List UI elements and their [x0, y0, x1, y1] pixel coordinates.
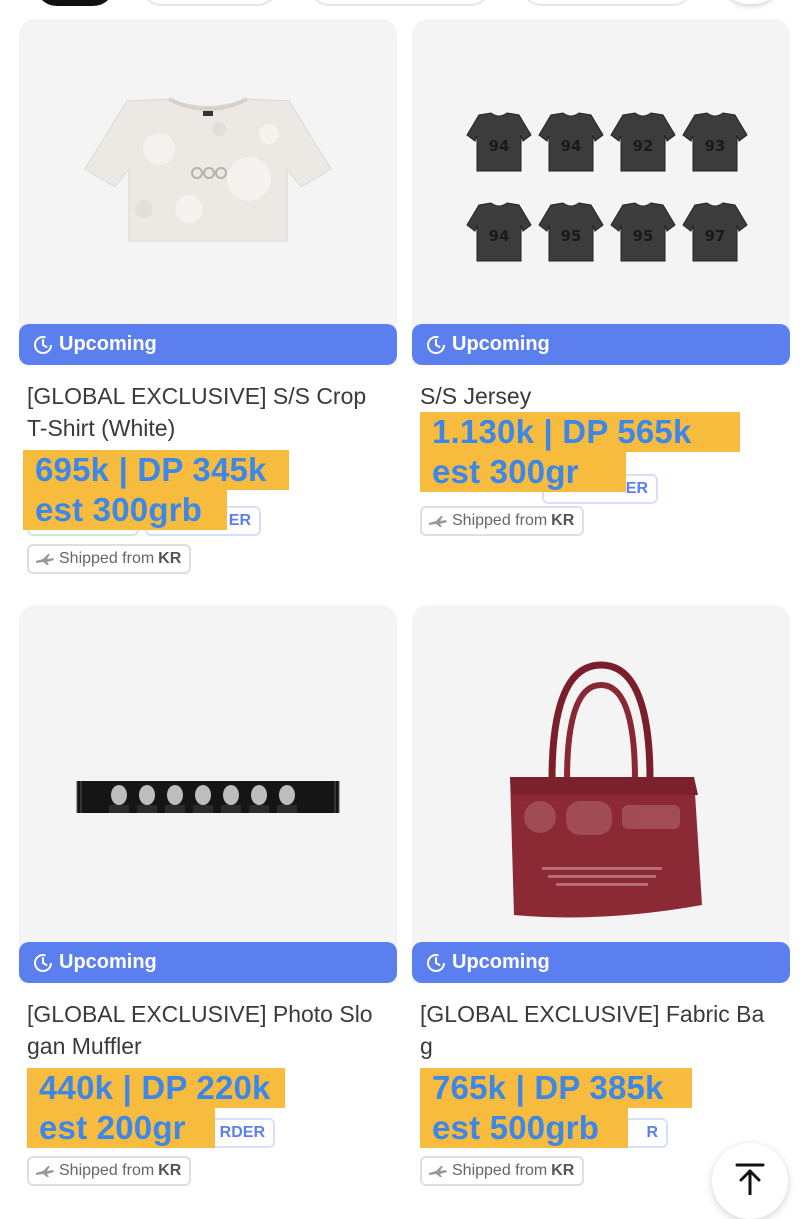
- jersey-item: 94: [538, 112, 604, 172]
- jersey-number: 94: [561, 137, 582, 155]
- status-badge: Upcoming: [19, 324, 397, 365]
- jersey-item: 95: [538, 202, 604, 262]
- product-card[interactable]: 94 94 92 93 94 95 95 97 Upcoming S/S Jersey ER …: [412, 19, 790, 536]
- jersey-set-image: 94 94 92 93 94 95 95 97: [466, 112, 748, 262]
- airplane-icon: [36, 1166, 54, 1177]
- filter-chip[interactable]: [520, 0, 694, 6]
- product-image[interactable]: Upcoming: [19, 19, 397, 365]
- status-badge: Upcoming: [412, 324, 790, 365]
- jersey-number: 94: [489, 227, 510, 245]
- product-card[interactable]: Upcoming [GLOBAL EXCLUSIVE] S/S Crop T-S…: [19, 19, 397, 580]
- jersey-item: 93: [682, 112, 748, 172]
- product-title[interactable]: [GLOBAL EXCLUSIVE] Photo Slo gan Muffler: [27, 998, 387, 1062]
- price-highlight: 695k | DP 345k: [23, 450, 289, 490]
- product-title[interactable]: [GLOBAL EXCLUSIVE] S/S Crop T-Shirt (Whi…: [27, 380, 387, 444]
- title-line: [GLOBAL EXCLUSIVE] Photo Slo: [27, 1001, 373, 1027]
- clock-icon: [34, 953, 52, 972]
- status-badge: Upcoming: [412, 942, 790, 983]
- product-title[interactable]: S/S Jersey: [420, 380, 780, 412]
- product-image[interactable]: Upcoming: [412, 605, 790, 983]
- estimate-highlight: est 500grb: [420, 1108, 628, 1148]
- shipping-info: Shipped from KR: [27, 544, 192, 574]
- estimate-highlight: est 300gr: [420, 452, 626, 492]
- price-highlight: 440k | DP 220k: [27, 1068, 285, 1108]
- airplane-icon: [429, 1166, 447, 1177]
- shipping-info: Shipped from KR: [420, 506, 585, 536]
- status-label: Upcoming: [452, 333, 550, 355]
- status-label: Upcoming: [452, 951, 550, 973]
- jersey-item: 94: [466, 112, 532, 172]
- title-line: T-Shirt (White): [27, 415, 176, 441]
- jersey-number: 93: [705, 137, 726, 155]
- jersey-item: 97: [682, 202, 748, 262]
- filter-chip[interactable]: [308, 0, 492, 6]
- jersey-number: 95: [633, 227, 654, 245]
- title-line: g: [420, 1033, 433, 1059]
- clock-icon: [34, 335, 52, 354]
- jersey-item: 94: [466, 202, 532, 262]
- price-highlight: 1.130k | DP 565k: [420, 412, 740, 452]
- product-image[interactable]: Upcoming: [19, 605, 397, 983]
- title-line: gan Muffler: [27, 1033, 142, 1059]
- clock-icon: [427, 335, 445, 354]
- muffler-image: [76, 781, 340, 813]
- shipping-info: Shipped from KR: [420, 1156, 585, 1186]
- scroll-to-top-button[interactable]: [712, 1143, 788, 1219]
- jersey-number: 92: [633, 137, 654, 155]
- jersey-number: 97: [705, 227, 726, 245]
- fabric-bag-image: [510, 661, 702, 918]
- product-card[interactable]: Upcoming [GLOBAL EXCLUSIVE] Fabric Ba g …: [412, 605, 790, 1186]
- estimate-highlight: est 200gr: [27, 1108, 215, 1148]
- title-line: S/S Jersey: [420, 383, 532, 409]
- title-line: [GLOBAL EXCLUSIVE] Fabric Ba: [420, 1001, 765, 1027]
- shipping-info: Shipped from KR: [27, 1156, 192, 1186]
- estimate-highlight: est 300grb: [23, 490, 227, 530]
- filter-chip-active[interactable]: [35, 0, 115, 6]
- crop-tshirt-image: [84, 97, 332, 242]
- product-title[interactable]: [GLOBAL EXCLUSIVE] Fabric Ba g: [420, 998, 780, 1062]
- top-action-button[interactable]: [725, 0, 777, 4]
- arrow-up-to-line-icon: [735, 1163, 765, 1195]
- jersey-item: 92: [610, 112, 676, 172]
- clock-icon: [427, 953, 445, 972]
- price-highlight: 765k | DP 385k: [420, 1068, 692, 1108]
- status-label: Upcoming: [59, 951, 157, 973]
- title-line: [GLOBAL EXCLUSIVE] S/S Crop: [27, 383, 367, 409]
- jersey-number: 95: [561, 227, 582, 245]
- airplane-icon: [429, 516, 447, 527]
- product-card[interactable]: Upcoming [GLOBAL EXCLUSIVE] Photo Slo ga…: [19, 605, 397, 1186]
- jersey-item: 95: [610, 202, 676, 262]
- status-label: Upcoming: [59, 333, 157, 355]
- status-badge: Upcoming: [19, 942, 397, 983]
- filter-chip[interactable]: [140, 0, 279, 6]
- jersey-number: 94: [489, 137, 510, 155]
- airplane-icon: [36, 554, 54, 565]
- product-image[interactable]: 94 94 92 93 94 95 95 97 Upcoming: [412, 19, 790, 365]
